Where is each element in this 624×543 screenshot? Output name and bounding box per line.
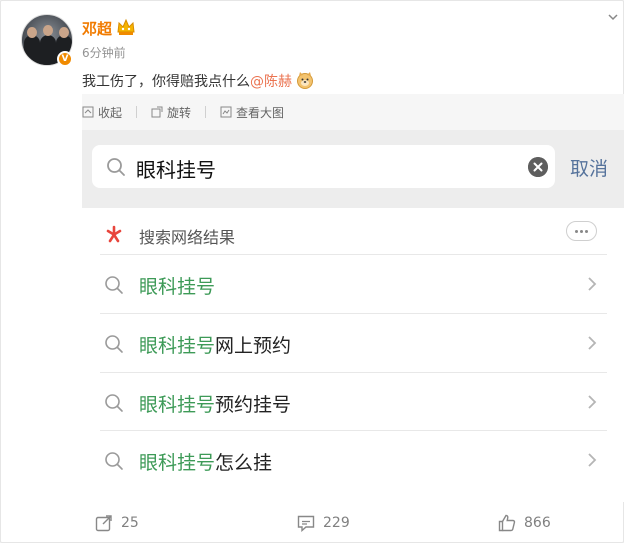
result-rest: 网上预约 [215, 335, 292, 357]
post-text-body: 我工伤了，你得赔我点什么 [82, 74, 250, 90]
avatar-face [43, 25, 53, 36]
result-row[interactable]: 眼科挂号网上预约 [100, 313, 607, 371]
view-large-label: 查看大图 [236, 105, 285, 120]
avatar-face [27, 27, 37, 38]
crown-icon [117, 18, 135, 35]
post-text: 我工伤了，你得赔我点什么@陈赫 [82, 71, 314, 91]
mention-link[interactable]: @陈赫 [250, 74, 292, 90]
like-count: 866 [524, 515, 551, 531]
search-icon [105, 394, 123, 412]
search-engine-logo-icon [106, 225, 122, 243]
rotate-button[interactable]: 旋转 [151, 104, 191, 121]
collapse-label: 收起 [98, 105, 123, 120]
comment-icon [297, 515, 315, 532]
results-header-title: 搜索网络结果 [139, 228, 236, 247]
toolbar-divider [205, 106, 207, 118]
rotate-icon [151, 106, 163, 118]
avatar-figure [24, 35, 40, 65]
search-icon [105, 276, 123, 294]
thumbs-up-icon [498, 514, 516, 532]
post-time[interactable]: 6分钟前 [82, 44, 126, 61]
image-toolbar: 收起 旋转 查看大图 [82, 94, 284, 130]
result-row[interactable]: 眼科挂号 [100, 254, 607, 312]
collapse-icon [82, 106, 94, 118]
result-text: 眼科挂号怎么挂 [139, 448, 272, 475]
embedded-screenshot[interactable]: 眼科挂号 取消 搜索网络结果 眼科挂号 眼科挂号网上预约 眼科挂号预约挂号 眼科… [82, 130, 624, 502]
result-rest: 怎么挂 [215, 452, 273, 474]
verified-badge-icon: V [57, 51, 73, 67]
results-header: 搜索网络结果 [82, 208, 624, 254]
avatar-figure [40, 35, 56, 65]
share-icon [95, 515, 112, 532]
like-button[interactable]: 866 [498, 514, 551, 532]
search-icon [105, 335, 123, 353]
chevron-right-icon [588, 395, 597, 409]
result-text: 眼科挂号预约挂号 [139, 390, 291, 417]
chevron-down-icon[interactable] [607, 11, 619, 23]
doge-emoji-icon [297, 72, 313, 89]
view-large-icon [220, 106, 232, 118]
search-results: 搜索网络结果 眼科挂号 眼科挂号网上预约 眼科挂号预约挂号 眼科挂号怎么挂 [82, 208, 624, 502]
dot [585, 230, 588, 233]
chevron-right-icon [588, 453, 597, 467]
dot [575, 230, 578, 233]
result-highlight: 眼科挂号 [139, 276, 216, 298]
post-footer: 25 229 866 [1, 502, 624, 543]
chevron-right-icon [588, 277, 597, 291]
result-text: 眼科挂号网上预约 [139, 331, 291, 358]
view-large-button[interactable]: 查看大图 [220, 104, 284, 121]
clear-icon[interactable] [528, 157, 548, 177]
result-highlight: 眼科挂号 [139, 452, 216, 474]
cancel-button[interactable]: 取消 [570, 154, 608, 181]
result-row[interactable]: 眼科挂号怎么挂 [100, 430, 607, 488]
more-options-icon[interactable] [566, 221, 597, 241]
search-icon [107, 158, 125, 176]
result-highlight: 眼科挂号 [139, 394, 216, 416]
result-text: 眼科挂号 [139, 272, 215, 299]
comment-count: 229 [323, 515, 350, 531]
rotate-label: 旋转 [167, 105, 192, 120]
toolbar-divider [136, 106, 138, 118]
search-bar[interactable]: 眼科挂号 [92, 145, 555, 188]
dot [580, 230, 583, 233]
search-icon [105, 452, 123, 470]
share-count: 25 [121, 515, 139, 531]
result-row[interactable]: 眼科挂号预约挂号 [100, 372, 607, 430]
comment-button[interactable]: 229 [297, 514, 350, 532]
collapse-button[interactable]: 收起 [82, 104, 122, 121]
avatar-face [59, 27, 69, 38]
post-image-container: 收起 旋转 查看大图 眼科挂号 取消 搜索网络结果 眼科挂号 眼科挂号网上预约 … [82, 94, 624, 502]
search-query: 眼科挂号 [136, 158, 216, 182]
weibo-post-card: V 邓超 6分钟前 我工伤了，你得赔我点什么@陈赫 收起 旋转 查看大图 眼科挂… [0, 0, 624, 543]
result-rest: 预约挂号 [215, 394, 292, 416]
result-highlight: 眼科挂号 [139, 335, 216, 357]
author-name[interactable]: 邓超 [82, 18, 112, 39]
share-button[interactable]: 25 [95, 514, 139, 532]
chevron-right-icon [588, 336, 597, 350]
